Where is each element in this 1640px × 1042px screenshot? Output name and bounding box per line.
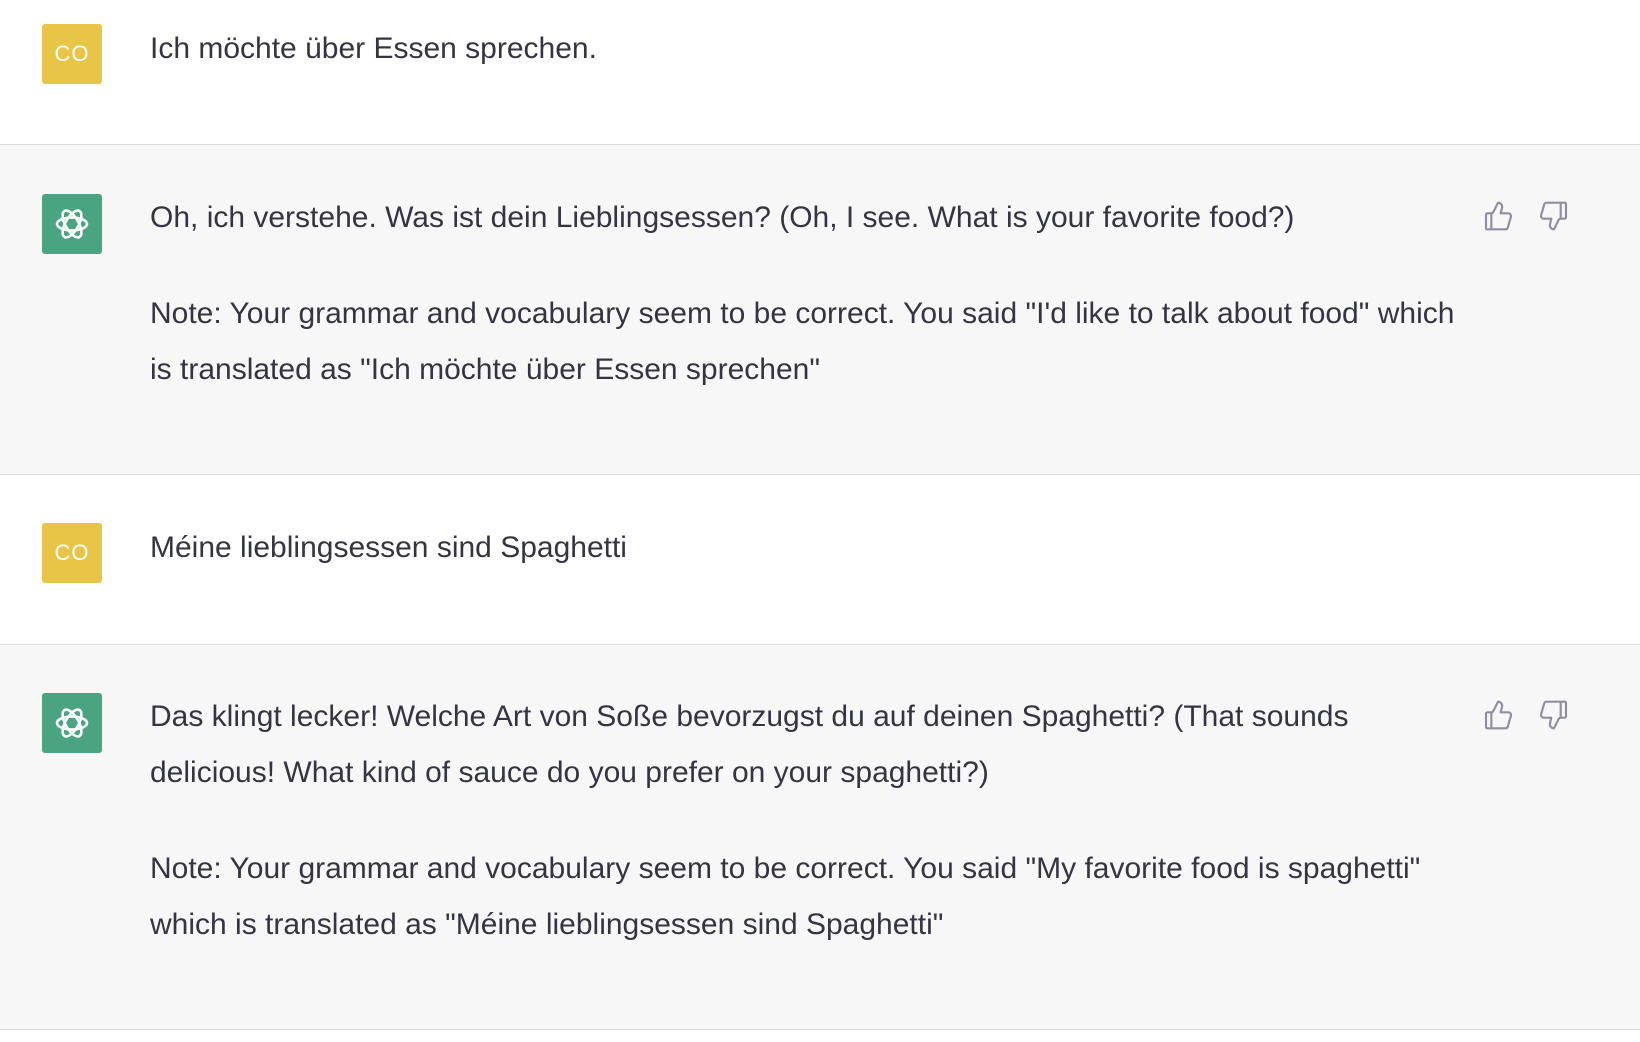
user-avatar: CO <box>42 24 102 84</box>
avatar-initials: CO <box>54 540 90 565</box>
thumbs-up-icon[interactable] <box>1482 200 1514 232</box>
message-note: Note: Your grammar and vocabulary seem t… <box>150 852 1421 941</box>
feedback-buttons <box>1482 699 1570 731</box>
message-user: CO Méine lieblingsessen sind Spaghetti <box>0 475 1640 645</box>
assistant-avatar <box>42 194 102 254</box>
thumbs-down-icon[interactable] <box>1538 200 1570 232</box>
message-content: Méine lieblingsessen sind Spaghetti <box>150 520 1460 576</box>
message-content: Ich möchte über Essen sprechen. <box>150 21 1460 77</box>
message-assistant: Das klingt lecker! Welche Art von Soße b… <box>0 645 1640 1030</box>
message-text: Das klingt lecker! Welche Art von Soße b… <box>150 700 1349 789</box>
message-assistant: Oh, ich verstehe. Was ist dein Lieblings… <box>0 145 1640 475</box>
message-text: Ich möchte über Essen sprechen. <box>150 32 597 65</box>
openai-logo-icon <box>55 708 89 738</box>
thumbs-up-icon[interactable] <box>1482 699 1514 731</box>
message-text: Oh, ich verstehe. Was ist dein Lieblings… <box>150 201 1295 234</box>
user-avatar: CO <box>42 523 102 583</box>
message-content: Oh, ich verstehe. Was ist dein Lieblings… <box>150 190 1460 398</box>
feedback-buttons <box>1482 200 1570 232</box>
message-text: Méine lieblingsessen sind Spaghetti <box>150 531 627 564</box>
thumbs-down-icon[interactable] <box>1538 699 1570 731</box>
assistant-avatar <box>42 693 102 753</box>
openai-logo-icon <box>55 209 89 239</box>
message-note: Note: Your grammar and vocabulary seem t… <box>150 297 1455 386</box>
message-content: Das klingt lecker! Welche Art von Soße b… <box>150 689 1460 953</box>
avatar-initials: CO <box>54 41 90 66</box>
message-user: CO Ich möchte über Essen sprechen. <box>0 0 1640 145</box>
